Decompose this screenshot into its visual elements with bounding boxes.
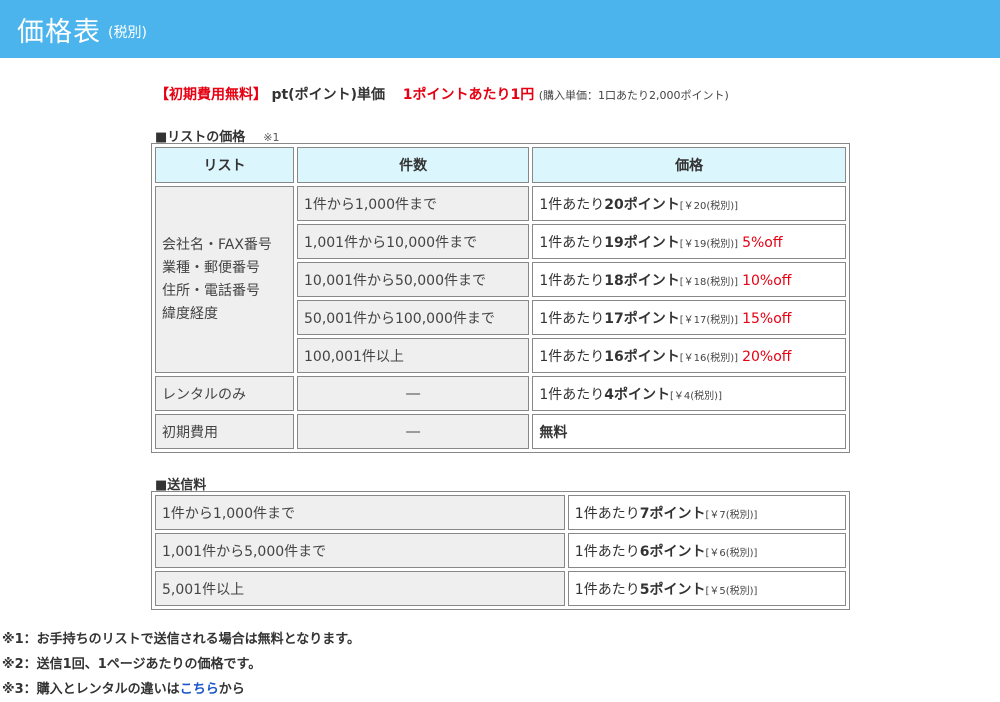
price-cell: 1件あたり16ポイント[￥16(税別)] 20%off [532,338,846,373]
count-cell: 50,001件から100,000件まで [297,300,530,335]
footnote-3-prefix: ※3：購入とレンタルの違いは [2,682,180,697]
pricing-intro: 【初期費用無料】 pt(ポイント)単価 1ポイントあたり1円 (購入単価：1口あ… [155,84,729,104]
price-yen: [￥17(税別)] [679,314,739,326]
rental-price-cell: 1件あたり4ポイント[￥4(税別)] [532,376,846,411]
price-prefix: 1件あたり [539,310,605,327]
price-yen: [￥20(税別)] [679,200,739,212]
price-cell: 1件あたり17ポイント[￥17(税別)] 15%off [532,300,846,335]
discount-label: 20%off [742,348,792,365]
rental-count: ― [297,376,530,411]
price-yen: [￥18(税別)] [679,276,739,288]
rental-label: レンタルのみ [155,376,294,411]
send-price-cell: 1件あたり7ポイント[￥7(税別)] [567,495,846,530]
send-count-cell: 1,001件から5,000件まで [155,533,565,568]
group-label-line: 住所・電話番号 [162,282,260,299]
price-prefix: 1件あたり [574,505,640,522]
price-prefix: 1件あたり [539,386,605,403]
unit-label: pt(ポイント)単価 [271,87,385,103]
price-points: 4ポイント [604,386,671,403]
price-prefix: 1件あたり [539,272,605,289]
discount-label: 15%off [742,310,792,327]
price-prefix: 1件あたり [574,543,640,560]
free-initial-label: 【初期費用無料】 [155,87,267,103]
count-cell: 10,001件から50,000件まで [297,262,530,297]
price-yen: [￥4(税別)] [670,390,722,402]
count-cell: 100,001件以上 [297,338,530,373]
group-label-line: 会社名・FAX番号 [162,236,272,253]
send-price-cell: 1件あたり6ポイント[￥6(税別)] [567,533,846,568]
price-points: 16ポイント [604,348,680,365]
price-cell: 1件あたり18ポイント[￥18(税別)] 10%off [532,262,846,297]
page-header: 価格表 (税別) [0,0,1000,58]
list-group-label: 会社名・FAX番号 業種・郵便番号 住所・電話番号 緯度経度 [155,186,294,373]
price-yen: [￥6(税別)] [705,547,758,559]
price-prefix: 1件あたり [539,196,605,213]
price-points: 20ポイント [604,196,680,213]
price-points: 7ポイント [639,505,706,522]
header-count: 件数 [297,147,530,183]
footnote-1: ※1：お手持ちのリストで送信される場合は無料となります。 [2,632,360,647]
point-rate: 1ポイントあたり1円 [402,87,535,103]
initial-fee-label: 初期費用 [155,414,294,449]
price-prefix: 1件あたり [574,581,640,598]
page-subtitle: (税別) [108,25,147,41]
price-yen: [￥19(税別)] [679,238,739,250]
send-count-cell: 5,001件以上 [155,571,565,606]
footnote-3-suffix: から [218,682,245,697]
header-list: リスト [155,147,294,183]
price-yen: [￥7(税別)] [705,509,758,521]
price-points: 18ポイント [604,272,680,289]
send-count-cell: 1件から1,000件まで [155,495,565,530]
price-points: 19ポイント [604,234,680,251]
discount-label: 10%off [742,272,792,289]
page-title: 価格表 [17,16,101,48]
send-fee-table: 1件から1,000件まで 1件あたり7ポイント[￥7(税別)] 1,001件から… [151,491,850,610]
footnotes: ※1：お手持ちのリストで送信される場合は無料となります。 ※2：送信1回、1ペー… [2,627,360,702]
group-label-line: 業種・郵便番号 [162,259,260,276]
list-price-table: リスト 件数 価格 会社名・FAX番号 業種・郵便番号 住所・電話番号 緯度経度… [151,143,850,453]
count-cell: 1,001件から10,000件まで [297,224,530,259]
discount-label: 5%off [742,234,783,251]
initial-fee-count: ― [297,414,530,449]
price-yen: [￥16(税別)] [679,352,739,364]
send-price-cell: 1件あたり5ポイント[￥5(税別)] [567,571,846,606]
count-cell: 1件から1,000件まで [297,186,530,221]
price-points: 17ポイント [604,310,680,327]
price-cell: 1件あたり19ポイント[￥19(税別)] 5%off [532,224,846,259]
price-prefix: 1件あたり [539,234,605,251]
footnote-2: ※2：送信1回、1ページあたりの価格です。 [2,657,262,672]
group-label-line: 緯度経度 [162,305,218,322]
price-prefix: 1件あたり [539,348,605,365]
price-cell: 1件あたり20ポイント[￥20(税別)] [532,186,846,221]
footnote-3: ※3：購入とレンタルの違いはこちらから [2,677,360,702]
header-price: 価格 [532,147,846,183]
initial-fee-price: 無料 [532,414,846,449]
price-yen: [￥5(税別)] [705,585,758,597]
price-points: 5ポイント [639,581,706,598]
initial-fee-value: 無料 [539,424,568,441]
rental-difference-link[interactable]: こちら [180,682,219,697]
purchase-unit-note: (購入単価：1口あたり2,000ポイント) [538,89,729,102]
price-points: 6ポイント [639,543,706,560]
